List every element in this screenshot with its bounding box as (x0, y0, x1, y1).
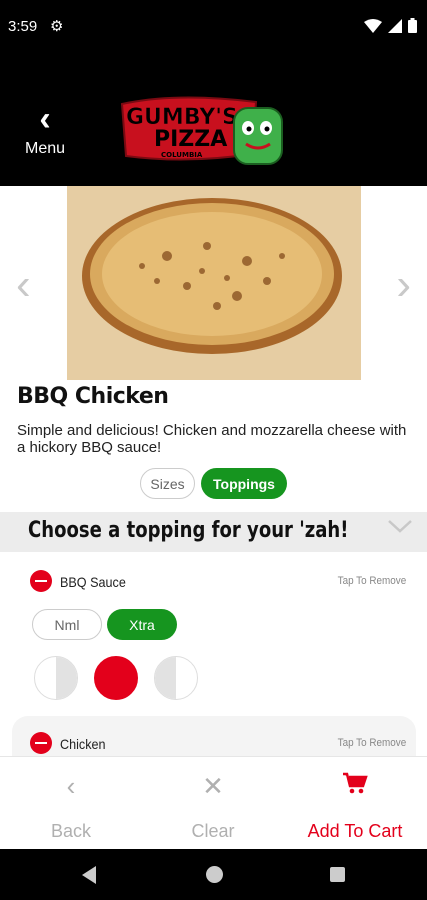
nav-recents-icon[interactable] (330, 867, 345, 882)
chevron-down-icon[interactable] (387, 516, 413, 542)
status-bar: 3:59 ⚙ (0, 0, 427, 56)
tab-toppings[interactable]: Toppings (201, 468, 287, 499)
topping-item: BBQ Sauce Tap To Remove Nml Xtra (12, 564, 416, 704)
amount-normal-button[interactable]: Nml (32, 609, 102, 640)
product-description: Simple and delicious! Chicken and mozzar… (17, 422, 407, 456)
topping-portion-selector (34, 656, 198, 700)
bottom-action-bar: ‹ Back ✕ Clear Add To Cart (0, 756, 427, 849)
settings-gear-icon: ⚙ (50, 18, 64, 35)
right-half-portion-icon[interactable] (154, 656, 198, 700)
carousel-next-icon[interactable]: › (396, 260, 411, 310)
nav-home-icon[interactable] (206, 866, 223, 883)
topping-name: BBQ Sauce (60, 574, 126, 590)
system-nav-bar (0, 849, 427, 900)
tap-to-remove-label[interactable]: Tap To Remove (337, 575, 406, 587)
carousel-prev-icon[interactable]: ‹ (16, 260, 31, 310)
topping-amount-selector: Nml Xtra (32, 609, 177, 640)
gumbys-pizza-logo: GUMBY'S PIZZA COLUMBIA (120, 96, 283, 165)
cart-icon (284, 771, 426, 802)
chevron-left-icon: ‹ (39, 100, 51, 138)
wifi-icon (364, 18, 382, 33)
close-icon: ✕ (202, 771, 224, 801)
topping-section-header[interactable]: Choose a topping for your 'zah! (0, 512, 427, 552)
back-label: Back (50, 821, 92, 841)
option-tabs: Sizes Toppings (140, 468, 287, 499)
add-to-cart-button[interactable]: Add To Cart (284, 757, 426, 850)
product-title: BBQ Chicken (17, 384, 169, 409)
app-header: ‹ Menu GUMBY'S PIZZA COLUMBIA (0, 56, 427, 186)
product-image-carousel[interactable]: ‹ › (0, 186, 427, 380)
pizza-image (67, 186, 361, 380)
svg-text:PIZZA: PIZZA (154, 127, 227, 152)
remove-topping-icon[interactable] (30, 570, 52, 592)
whole-portion-icon[interactable] (94, 656, 138, 700)
status-icons (364, 18, 417, 33)
add-to-cart-label: Add To Cart (307, 821, 403, 841)
remove-topping-icon[interactable] (30, 732, 52, 754)
left-half-portion-icon[interactable] (34, 656, 78, 700)
content-area: ‹ › BBQ Chicken Simple and delicious! Ch… (0, 186, 427, 756)
amount-extra-button[interactable]: Xtra (107, 609, 177, 640)
menu-back-label: Menu (24, 140, 66, 157)
chevron-left-icon: ‹ (66, 771, 76, 801)
topping-item: Chicken Tap To Remove (12, 716, 416, 756)
svg-text:COLUMBIA: COLUMBIA (161, 151, 203, 159)
tap-to-remove-label[interactable]: Tap To Remove (337, 737, 406, 749)
section-title: Choose a topping for your 'zah! (28, 518, 349, 543)
clear-label: Clear (191, 821, 235, 841)
topping-name: Chicken (60, 736, 106, 752)
status-time: 3:59 (8, 18, 38, 35)
battery-icon (408, 18, 417, 33)
signal-icon (388, 18, 402, 33)
tab-sizes[interactable]: Sizes (140, 468, 195, 499)
nav-back-icon[interactable] (82, 866, 96, 884)
back-button[interactable]: ‹ Back (0, 757, 142, 850)
clear-button[interactable]: ✕ Clear (142, 757, 284, 850)
menu-back-button[interactable]: ‹ Menu (20, 100, 70, 158)
